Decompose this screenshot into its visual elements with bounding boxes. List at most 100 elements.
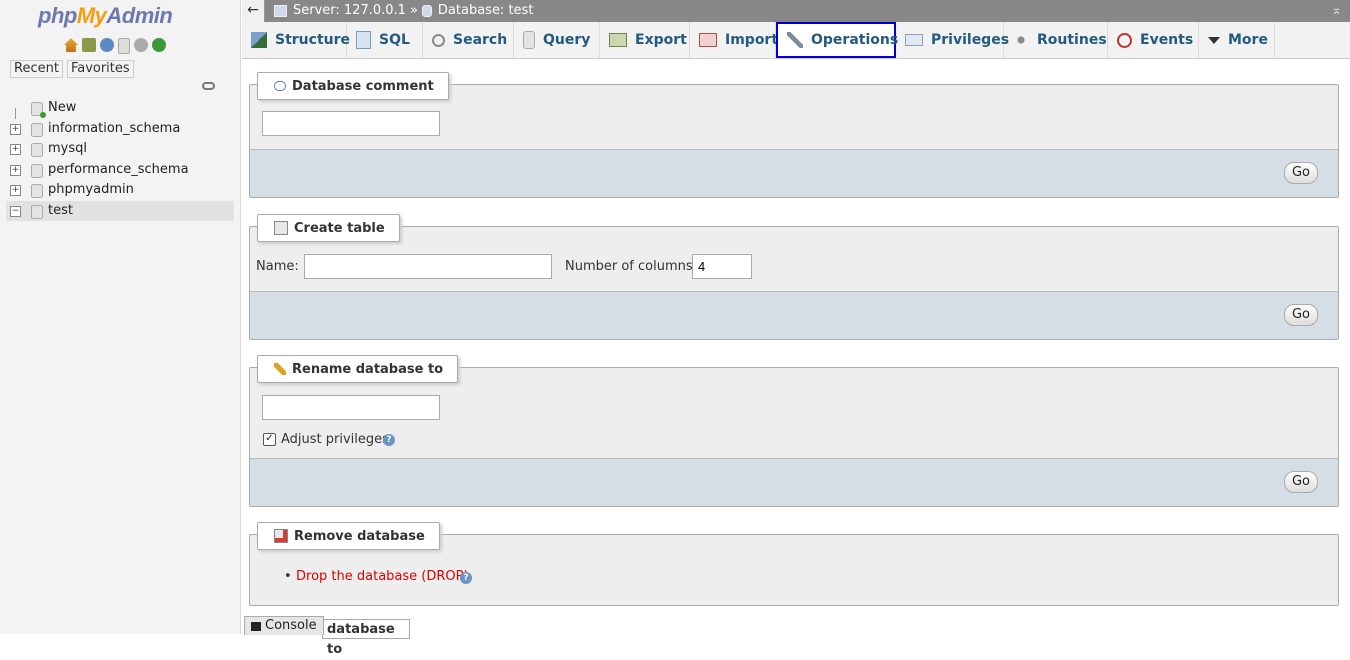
tab-query[interactable]: Query <box>514 22 600 58</box>
tab-label: Privileges <box>931 32 1010 48</box>
tab-sql[interactable]: SQL <box>347 22 423 58</box>
tree-item-test[interactable]: − test <box>6 200 234 221</box>
database-icon <box>31 184 43 198</box>
adjust-privileges-label: Adjust privileges <box>281 432 389 447</box>
tab-label: More <box>1228 32 1268 48</box>
nav-tab-favorites[interactable]: Favorites <box>66 60 134 78</box>
console-icon <box>251 621 261 631</box>
legend-copy-database: database to <box>322 619 410 657</box>
navigation-panel: phpMyAdmin Recent Favorites New + inform… <box>0 0 241 634</box>
fieldset-footer: Go <box>250 291 1338 339</box>
remove-database-icon <box>274 529 288 543</box>
legend-text: Rename database to <box>292 361 444 377</box>
tab-label: Query <box>543 32 591 48</box>
breadcrumb-bar: ← Server: 127.0.0.1 » Database: test ⌅ <box>242 0 1350 22</box>
settings-gear-icon[interactable] <box>134 38 148 52</box>
fieldset-create-table: Create table Name: Number of columns: Go <box>249 214 1339 340</box>
fieldset-footer: Go <box>250 458 1338 506</box>
tree-item-label: mysql <box>48 141 87 156</box>
tree-item-new[interactable]: New <box>0 98 240 119</box>
nav-tabs: Recent Favorites <box>10 60 134 78</box>
tab-operations[interactable]: Operations <box>776 22 898 58</box>
structure-icon <box>251 32 267 48</box>
database-comment-input[interactable] <box>262 111 440 136</box>
legend-create-table: Create table <box>257 214 400 242</box>
go-button[interactable]: Go <box>1284 162 1318 184</box>
legend-text: Remove database <box>294 528 425 544</box>
home-icon[interactable] <box>64 38 78 52</box>
help-icon[interactable]: ? <box>383 434 395 446</box>
search-icon <box>432 33 445 47</box>
tab-events[interactable]: Events <box>1108 22 1199 58</box>
breadcrumb: Server: 127.0.0.1 » Database: test <box>274 0 533 22</box>
routines-icon <box>1013 32 1029 48</box>
legend-text: Create table <box>294 220 385 236</box>
query-icon <box>523 31 535 49</box>
reload-icon[interactable] <box>152 38 166 52</box>
console-toggle[interactable]: Console <box>244 616 324 635</box>
help-icon[interactable] <box>100 38 114 52</box>
tree-line <box>15 108 16 119</box>
number-of-columns-input[interactable] <box>692 254 752 279</box>
tree-item-performance-schema[interactable]: + performance_schema <box>0 160 240 181</box>
table-name-input[interactable] <box>304 254 552 279</box>
tab-label: Export <box>635 32 687 48</box>
expand-icon[interactable]: + <box>10 123 21 135</box>
fieldset-remove-database: Remove database Drop the database (DROP)… <box>249 522 1339 606</box>
tree-item-label: New <box>48 100 77 115</box>
legend-text: Database comment <box>292 78 434 94</box>
legend-rename-database: Rename database to <box>257 355 459 383</box>
wrench-icon <box>787 32 803 48</box>
tab-import[interactable]: Import <box>690 22 779 58</box>
go-button[interactable]: Go <box>1284 471 1318 493</box>
database-icon <box>31 163 43 178</box>
logo-php: php <box>38 3 77 28</box>
tree-item-phpmyadmin[interactable]: + phpmyadmin <box>0 180 240 201</box>
logout-icon[interactable] <box>82 38 96 52</box>
expand-icon[interactable]: + <box>10 164 21 176</box>
tab-more[interactable]: More <box>1199 22 1275 58</box>
expand-icon[interactable]: + <box>10 185 21 196</box>
new-database-icon <box>31 102 46 118</box>
new-database-name-input[interactable] <box>262 395 440 420</box>
number-of-columns-label: Number of columns: <box>565 259 698 274</box>
console-label: Console <box>265 618 317 633</box>
tree-item-label: phpmyadmin <box>48 182 134 197</box>
breadcrumb-server[interactable]: Server: 127.0.0.1 <box>293 0 406 22</box>
tree-item-information-schema[interactable]: + information_schema <box>0 119 240 140</box>
tree-item-mysql[interactable]: + mysql <box>0 139 240 160</box>
phpmyadmin-logo[interactable]: phpMyAdmin <box>38 3 173 29</box>
server-icon <box>274 5 287 17</box>
nav-tab-recent[interactable]: Recent <box>10 60 63 78</box>
database-icon <box>31 204 43 219</box>
tree-item-label: information_schema <box>48 120 181 136</box>
adjust-privileges-checkbox[interactable]: ✓ <box>263 433 276 446</box>
breadcrumb-database[interactable]: Database: test <box>438 0 534 22</box>
docs-icon[interactable] <box>118 38 130 54</box>
fieldset-rename-database: Rename database to ✓ Adjust privileges ?… <box>249 355 1339 507</box>
collapse-top-icon[interactable]: ⌅ <box>1331 0 1342 22</box>
tab-structure[interactable]: Structure <box>242 22 350 58</box>
back-arrow-icon[interactable]: ← <box>242 0 265 22</box>
create-table-icon <box>274 221 288 235</box>
drop-database-link[interactable]: Drop the database (DROP) <box>284 569 469 584</box>
logo-my: My <box>76 3 107 28</box>
database-tab-menu: Structure SQL Search Query Export Import… <box>242 22 1350 59</box>
tab-search[interactable]: Search <box>423 22 514 58</box>
tab-routines[interactable]: Routines <box>1004 22 1108 58</box>
go-button[interactable]: Go <box>1284 304 1318 326</box>
import-icon <box>699 33 717 47</box>
sql-icon <box>356 31 371 49</box>
nav-icon-bar <box>64 38 166 54</box>
tab-export[interactable]: Export <box>600 22 690 58</box>
tab-label: Import <box>725 32 779 48</box>
tab-privileges[interactable]: Privileges <box>896 22 1009 58</box>
database-tree: New + information_schema + mysql + perfo… <box>0 98 240 221</box>
table-name-label: Name: <box>256 259 299 274</box>
help-icon[interactable]: ? <box>460 572 472 584</box>
database-icon <box>421 5 432 17</box>
expand-icon[interactable]: + <box>10 144 21 155</box>
link-with-main-panel-icon[interactable] <box>202 82 215 90</box>
tab-label: Routines <box>1037 32 1107 48</box>
collapse-icon[interactable]: − <box>10 205 21 217</box>
